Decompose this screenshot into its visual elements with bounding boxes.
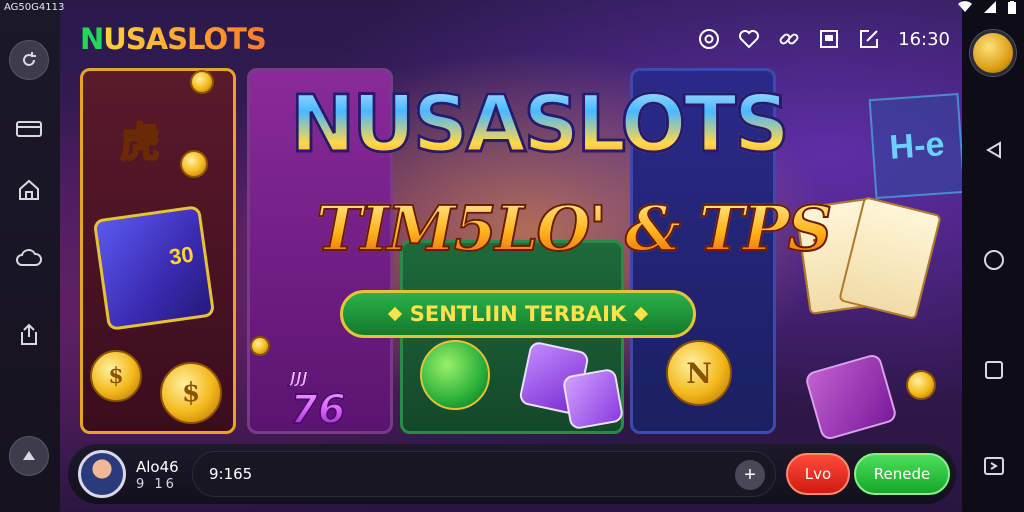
top-toolbar: 16:30 <box>698 28 950 50</box>
avatar[interactable] <box>78 450 126 498</box>
status-text: AG50G4113 <box>4 2 65 13</box>
dice-cube <box>561 367 625 431</box>
diamond-icon <box>387 306 402 322</box>
plus-button[interactable]: + <box>735 460 765 490</box>
back-triangle-icon[interactable] <box>982 138 1006 162</box>
bottom-bar: Alo46 9 16 + Lvo Renede <box>68 444 956 504</box>
home-circle-icon[interactable] <box>982 248 1006 272</box>
chat-input-wrapper: + <box>192 451 776 497</box>
wallet-icon[interactable] <box>9 108 49 148</box>
game-stage: NUSASLOTS 16:30 虎 30 $ $ N JJJ 76 H-e NU… <box>60 0 962 512</box>
clock: 16:30 <box>898 28 950 50</box>
coin-icon <box>250 336 270 356</box>
chat-input[interactable] <box>209 452 729 496</box>
coin-icon <box>190 70 214 94</box>
coin-icon <box>180 150 208 178</box>
dice-cube: 30 <box>92 205 216 331</box>
panel-glyph: 虎 <box>119 118 161 167</box>
share-icon[interactable] <box>9 314 49 354</box>
left-rail <box>0 0 60 512</box>
coin-icon: $ <box>160 362 222 424</box>
heart-icon[interactable] <box>738 28 760 50</box>
user-name: Alo46 <box>136 458 179 476</box>
dice-face: 30 <box>167 241 196 270</box>
coin-avatar[interactable] <box>970 30 1016 76</box>
badge-small: JJJ <box>290 368 309 388</box>
recents-square-icon[interactable] <box>982 358 1006 382</box>
cloud-icon[interactable] <box>9 238 49 278</box>
up-arrow-icon[interactable] <box>9 436 49 476</box>
diamond-icon <box>634 306 649 322</box>
edit-icon[interactable] <box>858 28 880 50</box>
badge-number: 76 <box>289 386 347 434</box>
banner-title: NUSASLOTS <box>289 79 792 172</box>
status-icons <box>958 0 1016 14</box>
system-nav-rail <box>958 0 1024 512</box>
brand-logo[interactable]: NUSASLOTS <box>80 22 267 56</box>
banner-subtitle: TIM5LO' & TPS <box>315 191 833 266</box>
signal-icon <box>984 1 996 13</box>
brand-rest: USASLOTS <box>103 22 267 56</box>
link-icon[interactable] <box>778 28 800 50</box>
user-meta: 9 16 <box>136 477 177 492</box>
brand-initial: N <box>80 22 104 56</box>
ribbon-label: SENTLIIN TERBAIK <box>409 302 627 326</box>
home-icon[interactable] <box>9 170 49 210</box>
document-icon[interactable] <box>818 28 840 50</box>
battery-icon <box>1008 0 1016 14</box>
banner-ribbon[interactable]: SENTLIIN TERBAIK <box>340 290 696 338</box>
coin-icon: $ <box>90 350 142 402</box>
number-badge: JJJ 76 <box>289 368 347 435</box>
at-icon[interactable] <box>698 28 720 50</box>
live-button[interactable]: Lvo <box>786 453 850 495</box>
renew-button[interactable]: Renede <box>854 453 950 495</box>
dice-cube <box>803 352 899 442</box>
cast-icon[interactable] <box>982 454 1006 478</box>
refresh-icon[interactable] <box>9 40 49 80</box>
wifi-icon <box>958 1 972 13</box>
neon-sign: H-e <box>868 92 962 200</box>
coin-icon <box>906 370 936 400</box>
coin-icon: N <box>666 340 732 406</box>
coin-icon <box>420 340 490 410</box>
